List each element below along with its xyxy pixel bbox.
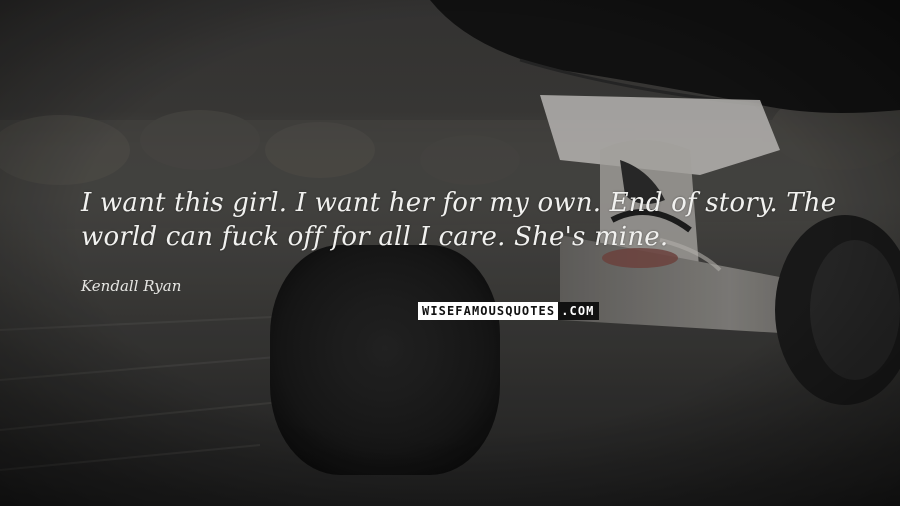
watermark-logo: WISEFAMOUSQUOTES .COM [418,302,620,320]
quote-image: I want this girl. I want her for my own.… [0,0,900,506]
watermark-left: WISEFAMOUSQUOTES [418,302,559,320]
quote-text: I want this girl. I want her for my own.… [81,188,837,252]
quote-author: Kendall Ryan [81,277,182,295]
watermark-right: .COM [558,302,599,320]
